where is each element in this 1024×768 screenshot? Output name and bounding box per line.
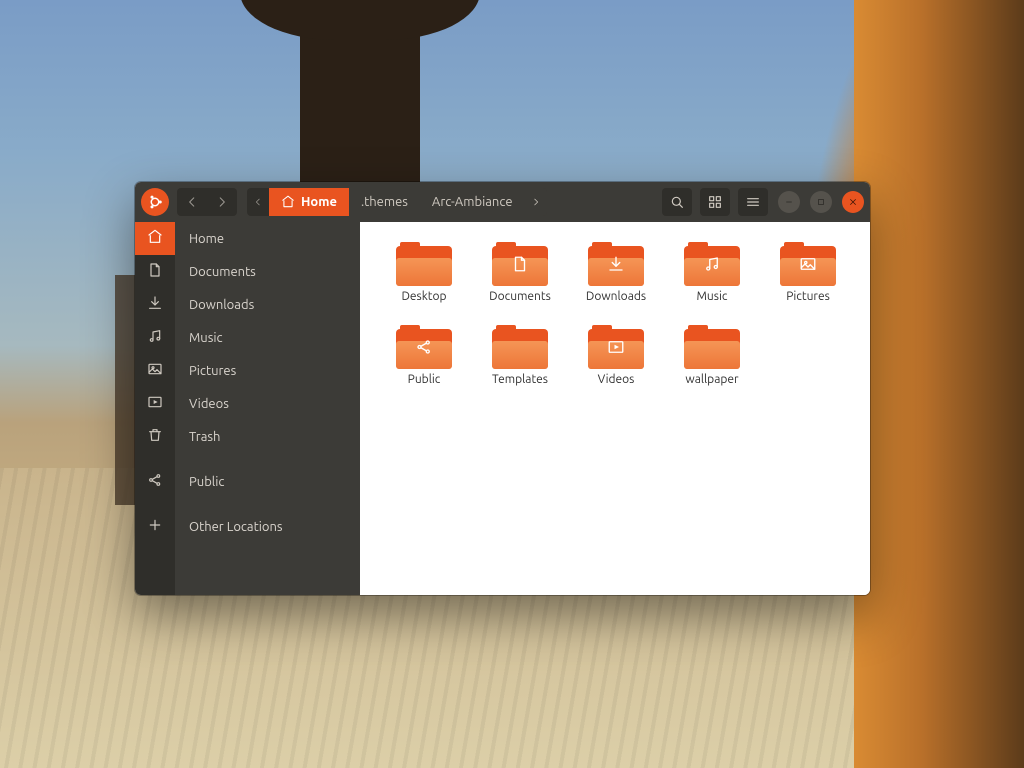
document-icon bbox=[147, 262, 163, 282]
search-icon bbox=[669, 194, 685, 210]
sidebar-item-label: Documents bbox=[189, 265, 256, 279]
folder-music[interactable]: Music bbox=[666, 238, 758, 307]
sidebar-item-label: Other Locations bbox=[189, 520, 283, 534]
folder-wallpaper[interactable]: wallpaper bbox=[666, 321, 758, 390]
sidebar-item-other-locations[interactable]: Other Locations bbox=[175, 510, 360, 543]
sidebar-item-label: Downloads bbox=[189, 298, 254, 312]
sidebar-item-home[interactable]: Home bbox=[175, 222, 360, 255]
folder-icon bbox=[396, 325, 452, 369]
rail-item-home[interactable] bbox=[135, 222, 175, 255]
folder-downloads[interactable]: Downloads bbox=[570, 238, 662, 307]
video-icon bbox=[147, 394, 163, 414]
rail-item-trash[interactable] bbox=[135, 420, 175, 453]
folder-icon bbox=[396, 242, 452, 286]
window-minimize-button[interactable] bbox=[778, 191, 800, 213]
sidebar-item-label: Home bbox=[189, 232, 224, 246]
sidebar-item-public[interactable]: Public bbox=[175, 465, 360, 498]
maximize-icon bbox=[816, 197, 826, 207]
sidebar-item-label: Trash bbox=[189, 430, 220, 444]
folder-videos[interactable]: Videos bbox=[570, 321, 662, 390]
sidebar-item-label: Public bbox=[189, 475, 224, 489]
folder-label: Templates bbox=[492, 373, 548, 386]
folder-label: Documents bbox=[489, 290, 551, 303]
folder-public[interactable]: Public bbox=[378, 321, 470, 390]
folder-label: Public bbox=[408, 373, 441, 386]
titlebar: Home .themes Arc-Ambiance bbox=[135, 182, 870, 222]
breadcrumb-themes[interactable]: .themes bbox=[349, 188, 420, 216]
folder-icon bbox=[492, 325, 548, 369]
breadcrumb-label: Home bbox=[301, 195, 337, 209]
places-rail bbox=[135, 222, 175, 595]
sidebar-item-documents[interactable]: Documents bbox=[175, 255, 360, 288]
folder-label: Desktop bbox=[401, 290, 446, 303]
window-close-button[interactable] bbox=[842, 191, 864, 213]
folder-icon bbox=[588, 325, 644, 369]
file-manager-window: Home .themes Arc-Ambiance HomeDocumentsD… bbox=[135, 182, 870, 595]
music-icon bbox=[147, 328, 163, 348]
grid-icon bbox=[707, 194, 723, 210]
breadcrumb: Home .themes Arc-Ambiance bbox=[247, 188, 547, 216]
folder-label: Music bbox=[697, 290, 728, 303]
close-icon bbox=[848, 197, 858, 207]
breadcrumb-arc-ambiance[interactable]: Arc-Ambiance bbox=[420, 188, 525, 216]
rail-item-documents[interactable] bbox=[135, 255, 175, 288]
hamburger-menu-button[interactable] bbox=[738, 188, 768, 216]
folder-label: Videos bbox=[598, 373, 635, 386]
sidebar-item-pictures[interactable]: Pictures bbox=[175, 354, 360, 387]
window-maximize-button[interactable] bbox=[810, 191, 832, 213]
places-sidebar: Home Documents Downloads Music Pictures Video… bbox=[175, 222, 360, 595]
folder-templates[interactable]: Templates bbox=[474, 321, 566, 390]
breadcrumb-label: .themes bbox=[361, 195, 408, 209]
breadcrumb-next-button[interactable] bbox=[525, 188, 547, 216]
folder-view[interactable]: Desktop Documents Downloads Music Pictur… bbox=[360, 222, 870, 595]
forward-button[interactable] bbox=[207, 188, 237, 216]
folder-documents[interactable]: Documents bbox=[474, 238, 566, 307]
search-button[interactable] bbox=[662, 188, 692, 216]
minimize-icon bbox=[784, 197, 794, 207]
ubuntu-logo-icon bbox=[141, 188, 169, 216]
back-button[interactable] bbox=[177, 188, 207, 216]
menu-icon bbox=[745, 194, 761, 210]
folder-desktop[interactable]: Desktop bbox=[378, 238, 470, 307]
trash-icon bbox=[147, 427, 163, 447]
download-icon bbox=[147, 295, 163, 315]
view-grid-button[interactable] bbox=[700, 188, 730, 216]
rail-item-other[interactable] bbox=[135, 510, 175, 543]
folder-icon bbox=[588, 242, 644, 286]
share-icon bbox=[147, 472, 163, 492]
rail-item-music[interactable] bbox=[135, 321, 175, 354]
rail-item-pictures[interactable] bbox=[135, 354, 175, 387]
breadcrumb-label: Arc-Ambiance bbox=[432, 195, 513, 209]
plus-icon bbox=[147, 517, 163, 537]
folder-grid: Desktop Documents Downloads Music Pictur… bbox=[378, 238, 852, 390]
folder-icon bbox=[492, 242, 548, 286]
home-icon bbox=[147, 229, 163, 249]
nav-buttons bbox=[177, 188, 237, 216]
folder-icon bbox=[684, 242, 740, 286]
folder-icon bbox=[780, 242, 836, 286]
sidebar-item-downloads[interactable]: Downloads bbox=[175, 288, 360, 321]
sidebar-item-label: Pictures bbox=[189, 364, 236, 378]
rail-item-downloads[interactable] bbox=[135, 288, 175, 321]
sidebar-item-music[interactable]: Music bbox=[175, 321, 360, 354]
breadcrumb-prev-button[interactable] bbox=[247, 188, 269, 216]
sidebar-item-label: Videos bbox=[189, 397, 229, 411]
folder-label: Downloads bbox=[586, 290, 646, 303]
picture-icon bbox=[147, 361, 163, 381]
folder-label: Pictures bbox=[786, 290, 830, 303]
folder-icon bbox=[684, 325, 740, 369]
folder-pictures[interactable]: Pictures bbox=[762, 238, 854, 307]
rail-item-videos[interactable] bbox=[135, 387, 175, 420]
sidebar-item-videos[interactable]: Videos bbox=[175, 387, 360, 420]
home-icon bbox=[281, 195, 295, 209]
rail-item-public[interactable] bbox=[135, 465, 175, 498]
sidebar-item-trash[interactable]: Trash bbox=[175, 420, 360, 453]
sidebar-item-label: Music bbox=[189, 331, 223, 345]
folder-label: wallpaper bbox=[685, 373, 738, 386]
breadcrumb-home[interactable]: Home bbox=[269, 188, 349, 216]
